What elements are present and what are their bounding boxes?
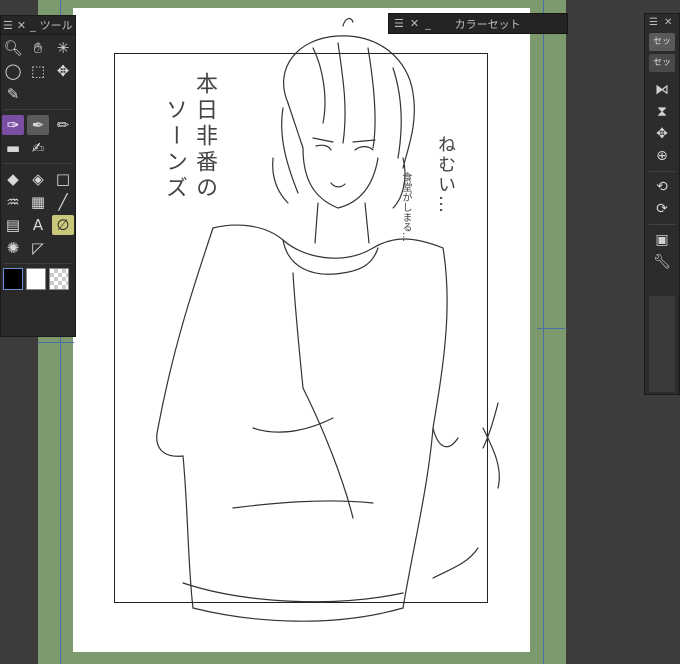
tool-grid-draw: ✑ ✒ ✏ ▬ ✍ (1, 112, 75, 161)
sub-color-swatch[interactable] (26, 268, 46, 290)
transparent-color-swatch[interactable] (49, 268, 69, 290)
set-tab-1[interactable]: セッ (649, 33, 675, 51)
color-set-panel[interactable]: ☰ ✕ _ カラーセット (388, 13, 568, 34)
color-swatches (1, 266, 75, 292)
ruler-icon[interactable]: ✺ (2, 238, 24, 258)
eraser-icon[interactable]: ◆ (2, 169, 24, 189)
close-icon[interactable]: ✕ (410, 17, 419, 30)
text-icon[interactable]: A (27, 215, 49, 235)
right-panel-icons: ⧑ ⧗ ✥ ⊕ ⟲ ⟳ ▣ 🔧︎ (645, 80, 679, 272)
flip-horizontal-icon[interactable]: ⧑ (651, 80, 673, 100)
tool-grid-edit: ◆ ◈ □ ♒ ▦ ╱ ▤ A ∅ ✺ ◸ (1, 166, 75, 261)
right-command-panel[interactable]: ☰ ✕ セッ セッ ⧑ ⧗ ✥ ⊕ ⟲ ⟳ ▣ 🔧︎ (644, 13, 680, 395)
tool-panel[interactable]: ☰ ✕ _ ツール 🔍︎ ✋︎ ✳ ◯ ⬚ ✥ ✎ ✑ ✒ ✏ ▬ ✍ ◆ ◈ … (0, 15, 76, 337)
character-sketch (156, 17, 500, 622)
zoom-view-icon[interactable]: ⊕ (651, 146, 673, 166)
note-title-1: 本日非番の (192, 72, 217, 202)
pen-selected-icon[interactable]: ✑ (2, 115, 24, 135)
panel-menu-icon[interactable]: ☰ (394, 17, 404, 30)
screen-icon[interactable]: ▣ (651, 230, 673, 250)
frame-border-icon[interactable]: ▤ (2, 215, 24, 235)
brush-icon[interactable]: ╱ (52, 192, 74, 212)
panel-menu-icon[interactable]: ☰ (649, 17, 658, 28)
close-icon[interactable]: ✕ (17, 19, 26, 32)
correct-line-icon[interactable]: ∅ (52, 215, 74, 235)
fill-icon[interactable]: ◈ (27, 169, 49, 189)
reset-view-icon[interactable]: ⟳ (651, 199, 673, 219)
note-title-2: ソーンズ (162, 98, 187, 202)
pencil-icon[interactable]: ✏ (52, 115, 74, 135)
settings-wrench-icon[interactable]: 🔧︎ (651, 252, 673, 272)
tool-slot-empty (52, 84, 74, 104)
guide-line-right (543, 0, 544, 664)
blend-icon[interactable]: ♒ (2, 192, 24, 212)
eyedropper-icon[interactable]: ✎ (2, 84, 24, 104)
rotate-view-icon[interactable]: ⟲ (651, 177, 673, 197)
tool-grid: 🔍︎ ✋︎ ✳ ◯ ⬚ ✥ ✎ (1, 35, 75, 107)
tool-panel-title: ツール (39, 19, 73, 32)
close-icon[interactable]: ✕ (664, 17, 672, 28)
move-transform-icon[interactable]: ✥ (651, 124, 673, 144)
stamp-icon[interactable]: ▬ (2, 138, 24, 158)
flip-vertical-icon[interactable]: ⧗ (651, 102, 673, 122)
tool-slot-empty (27, 84, 49, 104)
divider (3, 109, 73, 110)
lasso-select-icon[interactable]: ◯ (2, 61, 24, 81)
divider (3, 163, 73, 164)
tool-panel-header[interactable]: ☰ ✕ _ ツール (1, 16, 75, 35)
crop-mark-right (537, 328, 565, 329)
object-icon[interactable]: ⬚ (27, 61, 49, 81)
color-set-title: カラーセット (454, 17, 521, 31)
set-tab-2[interactable]: セッ (649, 54, 675, 72)
minimize-icon[interactable]: _ (30, 19, 36, 32)
note-sleepy: ねむい… (435, 135, 456, 215)
zoom-icon[interactable]: 🔍︎ (2, 38, 24, 58)
rotate-icon[interactable]: ✳ (52, 38, 74, 58)
gradient-icon[interactable]: ▦ (27, 192, 49, 212)
figure-icon[interactable]: □ (52, 169, 74, 189)
right-panel-header[interactable]: ☰ ✕ (645, 14, 679, 30)
right-panel-empty-area (649, 296, 675, 392)
move-layer-icon[interactable]: ✥ (52, 61, 74, 81)
divider (649, 171, 675, 172)
tool-slot-empty (52, 138, 74, 158)
divider (3, 263, 73, 264)
balloon-icon[interactable]: ◸ (27, 238, 49, 258)
note-cafeteria: 食堂がしまる… (400, 172, 411, 242)
main-color-swatch[interactable] (3, 268, 23, 290)
hand-icon[interactable]: ✋︎ (27, 38, 49, 58)
pen-nib-icon[interactable]: ✒ (27, 115, 49, 135)
crop-mark-left (38, 342, 74, 343)
tool-slot-empty (52, 238, 74, 258)
divider (649, 224, 675, 225)
panel-menu-icon[interactable]: ☰ (3, 19, 13, 32)
minimize-icon[interactable]: _ (425, 17, 431, 30)
airbrush-icon[interactable]: ✍ (27, 138, 49, 158)
